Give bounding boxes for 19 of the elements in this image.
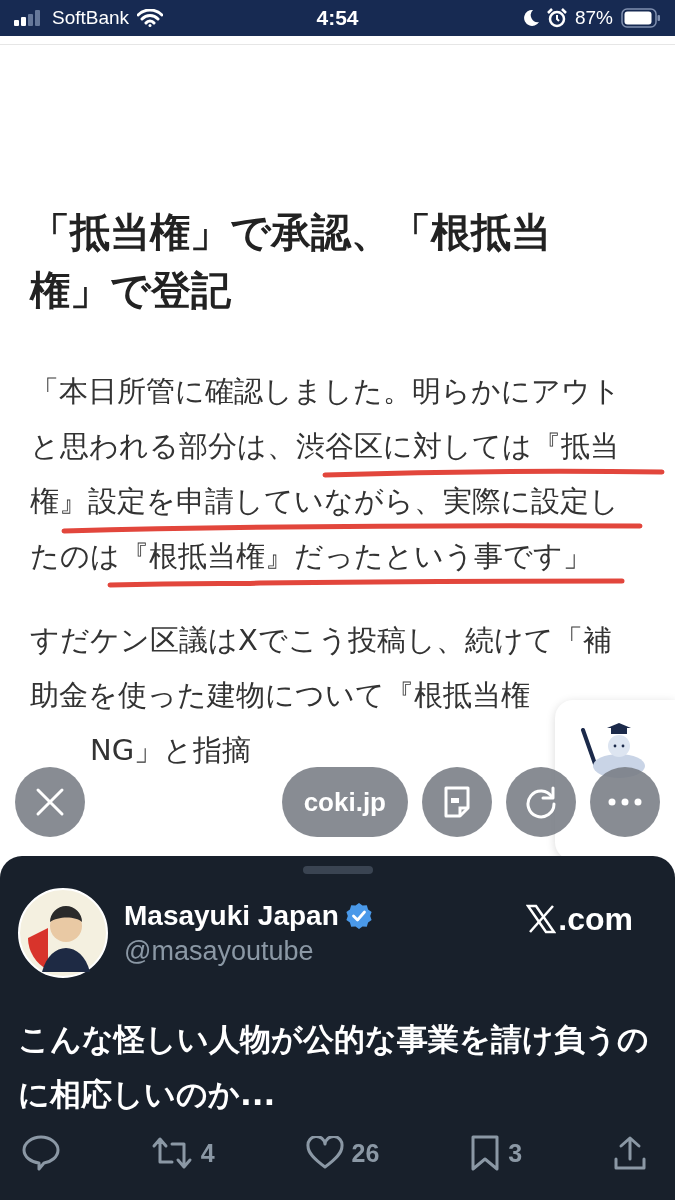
article-text-line: すだケン区議はXでこう投稿し、続けて「補 xyxy=(30,622,612,659)
carrier-name: SoftBank xyxy=(52,7,130,29)
author-name: Masayuki Japan xyxy=(124,899,339,932)
like-button[interactable]: 26 xyxy=(305,1134,380,1172)
article-heading: 「抵当権」で承認、「根抵当 権」で登記 xyxy=(30,208,552,315)
article-text-line: たのは『根抵当権』だったという事です」 xyxy=(30,538,592,575)
source-domain: .com xyxy=(558,900,633,938)
article-text-line: 助金を使った建物について『根抵当権 xyxy=(30,677,530,714)
repost-button[interactable]: 4 xyxy=(150,1134,215,1172)
battery-percent: 87% xyxy=(574,7,613,29)
status-time: 4:54 xyxy=(316,6,359,30)
tweet-text: こんな怪しい人物が公的な事業を請け負うの に相応しいのか... xyxy=(18,1020,650,1114)
article-text-line: 権』設定を申請していながら、実際に設定し xyxy=(30,483,619,520)
author-handle: @masayoutube xyxy=(124,935,315,967)
site-address-button[interactable]: coki.jp xyxy=(281,767,408,837)
bookmark-button[interactable]: 3 xyxy=(470,1134,523,1172)
article-text-line: NG」と指摘 xyxy=(90,732,252,769)
article-text-line: と思われる部分は、渋谷区に対しては『抵当 xyxy=(30,428,619,465)
article-text-line: 「本日所管に確認しました。明らかにアウト xyxy=(30,373,621,410)
